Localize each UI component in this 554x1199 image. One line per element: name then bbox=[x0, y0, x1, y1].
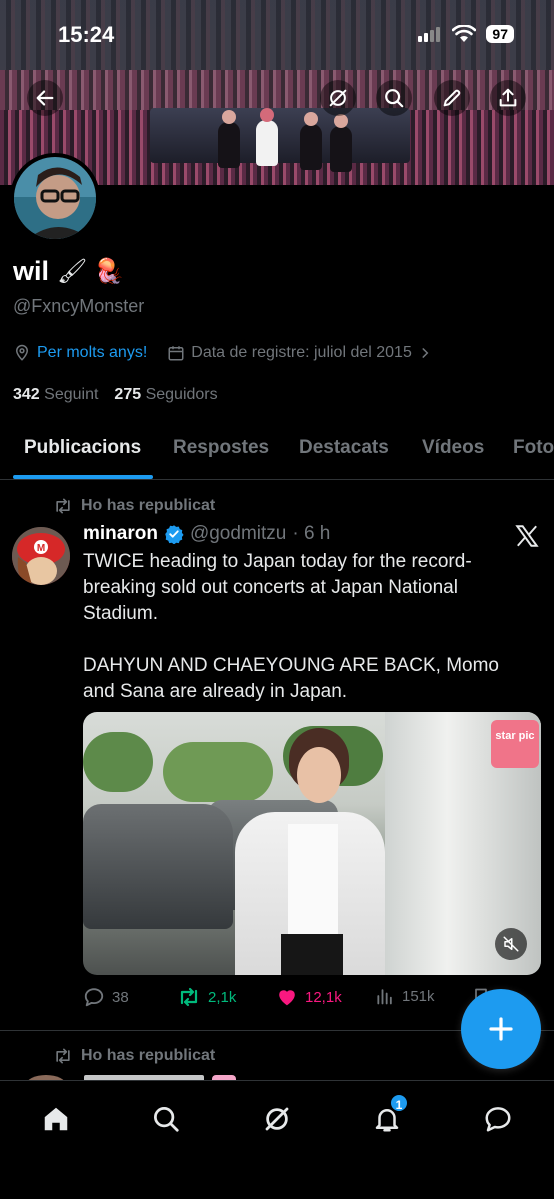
status-icons: 97 bbox=[418, 25, 514, 43]
nav-grok[interactable] bbox=[257, 1099, 297, 1139]
post-time: · 6 h bbox=[292, 523, 331, 544]
repost-button[interactable]: 2,1k bbox=[177, 986, 236, 1008]
next-repost-indicator: Ho has republicat bbox=[53, 1047, 215, 1065]
grok-icon bbox=[265, 1107, 289, 1131]
battery-indicator: 97 bbox=[486, 25, 514, 43]
post-header: minaron @godmitzu · 6 h bbox=[83, 523, 330, 545]
post-author-handle[interactable]: @godmitzu bbox=[190, 523, 286, 545]
signal-icon bbox=[418, 27, 441, 42]
profile-joined-date[interactable]: Data de registre: juliol del 2015 bbox=[191, 344, 412, 362]
grok-icon bbox=[329, 89, 347, 107]
profile-location-link[interactable]: Per molts anys! bbox=[37, 344, 147, 362]
repost-count: 2,1k bbox=[208, 988, 237, 1006]
calendar-icon bbox=[168, 346, 184, 361]
status-bar: 15:24 97 bbox=[0, 0, 554, 70]
follow-stats: 342 Seguint 275 Seguidors bbox=[13, 386, 218, 404]
verified-badge-icon bbox=[165, 525, 184, 544]
reply-button[interactable]: 38 bbox=[83, 986, 129, 1008]
tab-active-indicator bbox=[13, 475, 153, 479]
like-count: 12,1k bbox=[305, 988, 342, 1006]
profile-avatar[interactable] bbox=[10, 153, 100, 243]
post-text: TWICE heading to Japan today for the rec… bbox=[83, 551, 499, 702]
profile-tabs: Publicacions Respostes Destacats Vídeos … bbox=[0, 420, 554, 480]
back-button[interactable] bbox=[27, 80, 63, 116]
like-button[interactable]: 12,1k bbox=[276, 986, 342, 1008]
speaker-muted-icon bbox=[503, 936, 519, 952]
media-person-pants bbox=[281, 934, 343, 975]
search-icon bbox=[154, 1107, 179, 1132]
banner-crowd-middle bbox=[0, 70, 554, 110]
chevron-right-icon bbox=[422, 348, 429, 358]
profile-name-row: wil 🖌 🪼 bbox=[13, 256, 124, 287]
banner-performer bbox=[330, 114, 352, 172]
svg-text:M: M bbox=[37, 543, 45, 554]
views-chart-icon bbox=[377, 989, 392, 1005]
tab-videos[interactable]: Vídeos bbox=[422, 437, 484, 459]
repost-icon bbox=[56, 1048, 70, 1064]
repost-indicator: Ho has republicat bbox=[53, 497, 215, 515]
media-car bbox=[83, 804, 233, 929]
mute-button[interactable] bbox=[495, 928, 527, 960]
author-avatar-image: M bbox=[12, 527, 70, 585]
share-icon bbox=[499, 88, 517, 107]
tab-posts[interactable]: Publicacions bbox=[24, 437, 141, 459]
media-watermark: star pic bbox=[491, 720, 539, 768]
heart-filled-icon bbox=[279, 990, 295, 1006]
followers-label: Seguidors bbox=[145, 386, 218, 403]
media-person-shirt bbox=[288, 824, 338, 934]
next-repost-label: Ho has republicat bbox=[81, 1047, 216, 1064]
tab-photos[interactable]: Fotos bbox=[513, 437, 554, 459]
post-media-video[interactable]: star pic bbox=[83, 712, 541, 975]
tab-highlights[interactable]: Destacats bbox=[299, 437, 389, 459]
profile-handle: @FxncyMonster bbox=[13, 296, 145, 316]
tab-replies[interactable]: Respostes bbox=[173, 437, 269, 459]
media-scenery bbox=[83, 732, 153, 792]
nav-messages[interactable] bbox=[478, 1099, 518, 1139]
banner-performer bbox=[256, 108, 278, 166]
location-icon bbox=[15, 344, 29, 361]
home-icon bbox=[44, 1107, 68, 1131]
bottom-navigation: 1 bbox=[0, 1080, 554, 1199]
search-profile-button[interactable] bbox=[376, 80, 412, 116]
repost-icon bbox=[180, 987, 198, 1007]
reply-count: 38 bbox=[112, 988, 129, 1006]
media-scenery bbox=[163, 742, 273, 802]
status-time: 15:24 bbox=[58, 22, 115, 47]
profile-name: wil bbox=[13, 256, 50, 286]
plus-icon bbox=[489, 1017, 513, 1041]
nav-home[interactable] bbox=[36, 1099, 76, 1139]
grok-button[interactable] bbox=[320, 80, 356, 116]
notifications-badge: 1 bbox=[389, 1093, 409, 1113]
nav-search[interactable] bbox=[146, 1099, 186, 1139]
profile-meta: Per molts anys! Data de registre: juliol… bbox=[13, 344, 432, 362]
post-author-avatar[interactable]: M bbox=[12, 527, 70, 585]
followers-count: 275 bbox=[114, 386, 142, 403]
banner-performer bbox=[218, 110, 240, 168]
media-person-face bbox=[297, 747, 341, 803]
profile-name-emojis: 🖌 🪼 bbox=[57, 258, 125, 285]
following-label: Seguint bbox=[44, 386, 99, 403]
followers-link[interactable]: 275 Seguidors bbox=[114, 386, 217, 404]
chat-bubble-icon bbox=[485, 1107, 511, 1132]
nav-notifications[interactable]: 1 bbox=[367, 1093, 409, 1139]
views-button[interactable]: 151k bbox=[375, 986, 435, 1006]
wifi-icon bbox=[452, 25, 477, 42]
reply-icon bbox=[84, 988, 104, 1007]
banner-performer bbox=[300, 112, 322, 170]
avatar-image bbox=[14, 157, 96, 239]
post-author-name[interactable]: minaron bbox=[83, 523, 158, 545]
edit-profile-button[interactable] bbox=[434, 80, 470, 116]
share-button[interactable] bbox=[490, 80, 526, 116]
following-count: 342 bbox=[13, 386, 40, 403]
arrow-left-icon bbox=[36, 90, 54, 106]
banner-stage bbox=[150, 108, 410, 163]
pencil-icon bbox=[443, 89, 461, 107]
following-link[interactable]: 342 Seguint bbox=[13, 386, 98, 404]
compose-post-button[interactable] bbox=[461, 989, 541, 1069]
repost-icon bbox=[56, 498, 70, 514]
x-logo-icon[interactable] bbox=[514, 523, 540, 549]
repost-label: Ho has republicat bbox=[81, 497, 216, 514]
views-count: 151k bbox=[402, 987, 435, 1005]
search-icon bbox=[385, 89, 404, 108]
